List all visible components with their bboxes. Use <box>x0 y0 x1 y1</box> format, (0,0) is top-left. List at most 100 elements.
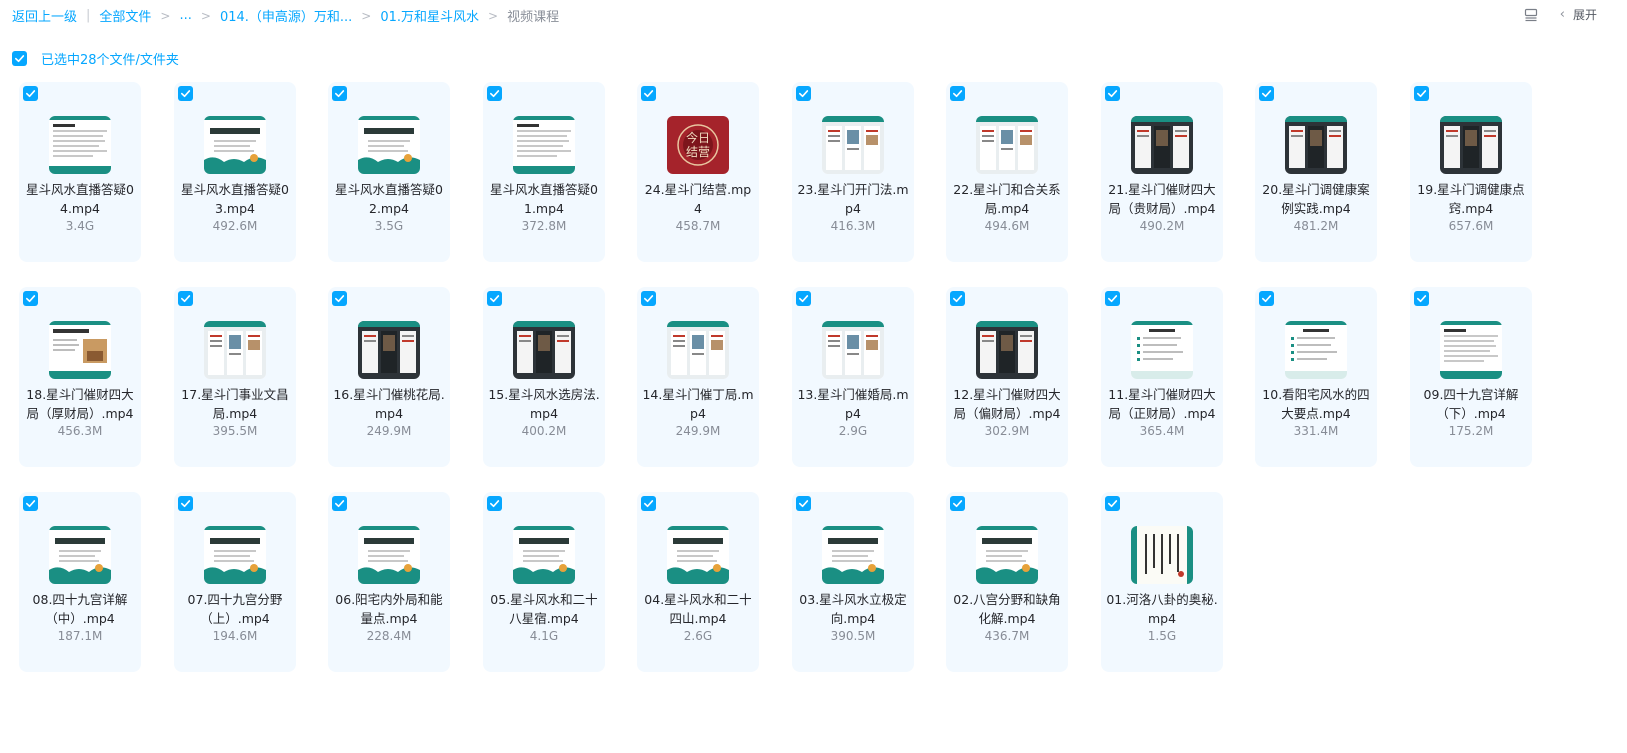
file-name[interactable]: 03.星斗风水立极定向.mp4 <box>796 590 910 628</box>
file-checkbox[interactable] <box>332 496 347 511</box>
video-thumbnail[interactable]: 今日结营 <box>667 116 729 174</box>
file-name[interactable]: 01.河洛八卦的奥秘.mp4 <box>1105 590 1219 628</box>
file-card[interactable]: 14.星斗门催丁局.mp4 249.9M <box>637 287 759 467</box>
file-checkbox[interactable] <box>1259 291 1274 306</box>
file-card[interactable]: 22.星斗门和合关系局.mp4 494.6M <box>946 82 1068 262</box>
breadcrumb-item-all-files[interactable]: 全部文件 <box>99 6 151 25</box>
file-card[interactable]: 今日结营 24.星斗门结营.mp4 458.7M <box>637 82 759 262</box>
file-checkbox[interactable] <box>487 496 502 511</box>
file-card[interactable]: 星斗风水直播答疑02.mp4 3.5G <box>328 82 450 262</box>
file-name[interactable]: 13.星斗门催婚局.mp4 <box>796 385 910 423</box>
back-link[interactable]: 返回上一级 <box>12 6 77 25</box>
file-name[interactable]: 19.星斗门调健康点窍.mp4 <box>1414 180 1528 218</box>
file-name[interactable]: 22.星斗门和合关系局.mp4 <box>950 180 1064 218</box>
file-name[interactable]: 星斗风水直播答疑02.mp4 <box>332 180 446 218</box>
file-name[interactable]: 21.星斗门催财四大局（贵财局）.mp4 <box>1105 180 1219 218</box>
file-name[interactable]: 11.星斗门催财四大局（正财局）.mp4 <box>1105 385 1219 423</box>
file-card[interactable]: 09.四十九宫详解（下）.mp4 175.2M <box>1410 287 1532 467</box>
file-card[interactable]: 05.星斗风水和二十八星宿.mp4 4.1G <box>483 492 605 672</box>
file-name[interactable]: 18.星斗门催财四大局（厚财局）.mp4 <box>23 385 137 423</box>
file-checkbox[interactable] <box>950 86 965 101</box>
file-checkbox[interactable] <box>1105 496 1120 511</box>
video-thumbnail[interactable] <box>1131 526 1193 584</box>
video-thumbnail[interactable] <box>1285 116 1347 174</box>
video-thumbnail[interactable] <box>1440 321 1502 379</box>
video-thumbnail[interactable] <box>204 526 266 584</box>
file-checkbox[interactable] <box>1259 86 1274 101</box>
chevron-left-icon[interactable]: ‹ <box>1560 7 1565 22</box>
file-checkbox[interactable] <box>1105 291 1120 306</box>
file-card[interactable]: 10.看阳宅风水的四大要点.mp4 331.4M <box>1255 287 1377 467</box>
video-thumbnail[interactable] <box>667 526 729 584</box>
file-card[interactable]: 08.四十九宫详解（中）.mp4 187.1M <box>19 492 141 672</box>
file-card[interactable]: 12.星斗门催财四大局（偏财局）.mp4 302.9M <box>946 287 1068 467</box>
video-thumbnail[interactable] <box>822 321 884 379</box>
video-thumbnail[interactable] <box>204 116 266 174</box>
video-thumbnail[interactable] <box>976 116 1038 174</box>
file-card[interactable]: 01.河洛八卦的奥秘.mp4 1.5G <box>1101 492 1223 672</box>
file-name[interactable]: 星斗风水直播答疑03.mp4 <box>178 180 292 218</box>
file-checkbox[interactable] <box>1414 291 1429 306</box>
video-thumbnail[interactable] <box>49 116 111 174</box>
file-card[interactable]: 20.星斗门调健康案例实践.mp4 481.2M <box>1255 82 1377 262</box>
video-thumbnail[interactable] <box>822 116 884 174</box>
file-checkbox[interactable] <box>487 291 502 306</box>
file-name[interactable]: 04.星斗风水和二十四山.mp4 <box>641 590 755 628</box>
file-checkbox[interactable] <box>641 86 656 101</box>
video-thumbnail[interactable] <box>667 321 729 379</box>
file-card[interactable]: 07.四十九宫分野（上）.mp4 194.6M <box>174 492 296 672</box>
video-thumbnail[interactable] <box>358 321 420 379</box>
video-thumbnail[interactable] <box>1285 321 1347 379</box>
file-checkbox[interactable] <box>178 291 193 306</box>
video-thumbnail[interactable] <box>358 116 420 174</box>
list-view-icon[interactable] <box>1524 8 1538 22</box>
file-name[interactable]: 16.星斗门催桃花局.mp4 <box>332 385 446 423</box>
breadcrumb-item-folder-014[interactable]: 014.（申高源）万和... <box>220 6 352 25</box>
file-card[interactable]: 11.星斗门催财四大局（正财局）.mp4 365.4M <box>1101 287 1223 467</box>
file-checkbox[interactable] <box>796 291 811 306</box>
video-thumbnail[interactable] <box>822 526 884 584</box>
file-card[interactable]: 02.八宫分野和缺角化解.mp4 436.7M <box>946 492 1068 672</box>
file-name[interactable]: 06.阳宅内外局和能量点.mp4 <box>332 590 446 628</box>
file-name[interactable]: 07.四十九宫分野（上）.mp4 <box>178 590 292 628</box>
file-name[interactable]: 星斗风水直播答疑01.mp4 <box>487 180 601 218</box>
file-name[interactable]: 15.星斗风水选房法.mp4 <box>487 385 601 423</box>
video-thumbnail[interactable] <box>1131 116 1193 174</box>
file-card[interactable]: 19.星斗门调健康点窍.mp4 657.6M <box>1410 82 1532 262</box>
video-thumbnail[interactable] <box>1440 116 1502 174</box>
file-card[interactable]: 星斗风水直播答疑04.mp4 3.4G <box>19 82 141 262</box>
video-thumbnail[interactable] <box>513 321 575 379</box>
file-card[interactable]: 15.星斗风水选房法.mp4 400.2M <box>483 287 605 467</box>
video-thumbnail[interactable] <box>513 116 575 174</box>
file-checkbox[interactable] <box>641 291 656 306</box>
file-name[interactable]: 08.四十九宫详解（中）.mp4 <box>23 590 137 628</box>
file-checkbox[interactable] <box>796 496 811 511</box>
video-thumbnail[interactable] <box>513 526 575 584</box>
expand-button[interactable]: 展开 <box>1573 6 1597 23</box>
file-name[interactable]: 24.星斗门结营.mp4 <box>641 180 755 218</box>
file-checkbox[interactable] <box>1414 86 1429 101</box>
file-checkbox[interactable] <box>23 86 38 101</box>
file-checkbox[interactable] <box>23 496 38 511</box>
file-name[interactable]: 02.八宫分野和缺角化解.mp4 <box>950 590 1064 628</box>
video-thumbnail[interactable] <box>1131 321 1193 379</box>
video-thumbnail[interactable] <box>49 526 111 584</box>
video-thumbnail[interactable] <box>49 321 111 379</box>
file-checkbox[interactable] <box>1105 86 1120 101</box>
file-checkbox[interactable] <box>332 291 347 306</box>
file-name[interactable]: 14.星斗门催丁局.mp4 <box>641 385 755 423</box>
video-thumbnail[interactable] <box>976 321 1038 379</box>
file-name[interactable]: 12.星斗门催财四大局（偏财局）.mp4 <box>950 385 1064 423</box>
file-checkbox[interactable] <box>641 496 656 511</box>
video-thumbnail[interactable] <box>976 526 1038 584</box>
file-card[interactable]: 星斗风水直播答疑01.mp4 372.8M <box>483 82 605 262</box>
file-card[interactable]: 17.星斗门事业文昌局.mp4 395.5M <box>174 287 296 467</box>
file-name[interactable]: 10.看阳宅风水的四大要点.mp4 <box>1259 385 1373 423</box>
file-card[interactable]: 13.星斗门催婚局.mp4 2.9G <box>792 287 914 467</box>
video-thumbnail[interactable] <box>204 321 266 379</box>
file-name[interactable]: 23.星斗门开门法.mp4 <box>796 180 910 218</box>
video-thumbnail[interactable] <box>358 526 420 584</box>
file-checkbox[interactable] <box>178 86 193 101</box>
file-card[interactable]: 23.星斗门开门法.mp4 416.3M <box>792 82 914 262</box>
file-name[interactable]: 09.四十九宫详解（下）.mp4 <box>1414 385 1528 423</box>
